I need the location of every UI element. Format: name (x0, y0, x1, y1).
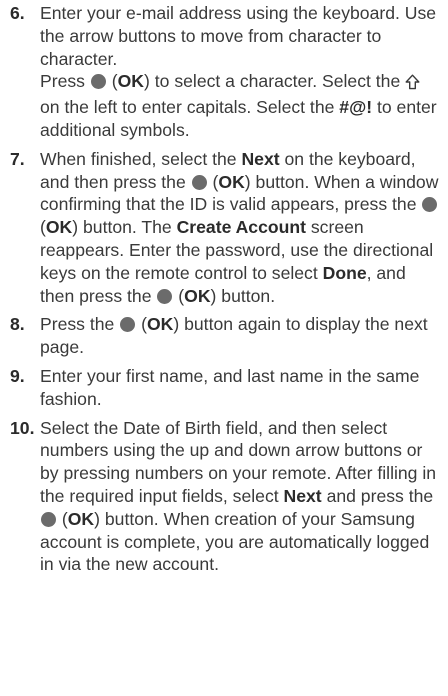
step-8-paragraph: Press the (OK) button again to display t… (40, 314, 428, 358)
up-arrow-icon (405, 73, 420, 96)
ok-button-icon (41, 511, 56, 527)
step-number: 9. (10, 365, 25, 386)
steps-list: 6. Enter your e-mail address using the k… (10, 2, 442, 576)
step-7-paragraph: When finished, select the Next on the ke… (40, 148, 439, 306)
step-10: 10. Select the Date of Birth field, and … (10, 417, 442, 577)
step-number: 10. (10, 417, 35, 438)
ok-button-icon (90, 74, 106, 90)
step-6-paragraph-2: Press (OK) to select a character. Select… (40, 71, 437, 140)
step-9: 9. Enter your first name, and last name … (10, 365, 442, 411)
step-number: 6. (10, 3, 25, 23)
step-7: 7. When finished, select the Next on the… (10, 148, 442, 308)
step-10-paragraph: Select the Date of Birth field, and then… (40, 417, 437, 575)
step-number: 7. (10, 148, 25, 169)
step-6-paragraph-1: Enter your e-mail address using the keyb… (40, 3, 437, 69)
step-6: 6. Enter your e-mail address using the k… (10, 2, 442, 142)
step-9-paragraph: Enter your first name, and last name in … (40, 365, 420, 409)
ok-button-icon (120, 317, 136, 333)
ok-button-icon (191, 174, 207, 190)
instructions-page: 6. Enter your e-mail address using the k… (0, 0, 448, 576)
ok-button-icon (157, 288, 173, 304)
step-number: 8. (10, 314, 25, 335)
step-8: 8. Press the (OK) button again to displa… (10, 313, 442, 359)
ok-button-icon (422, 197, 438, 213)
